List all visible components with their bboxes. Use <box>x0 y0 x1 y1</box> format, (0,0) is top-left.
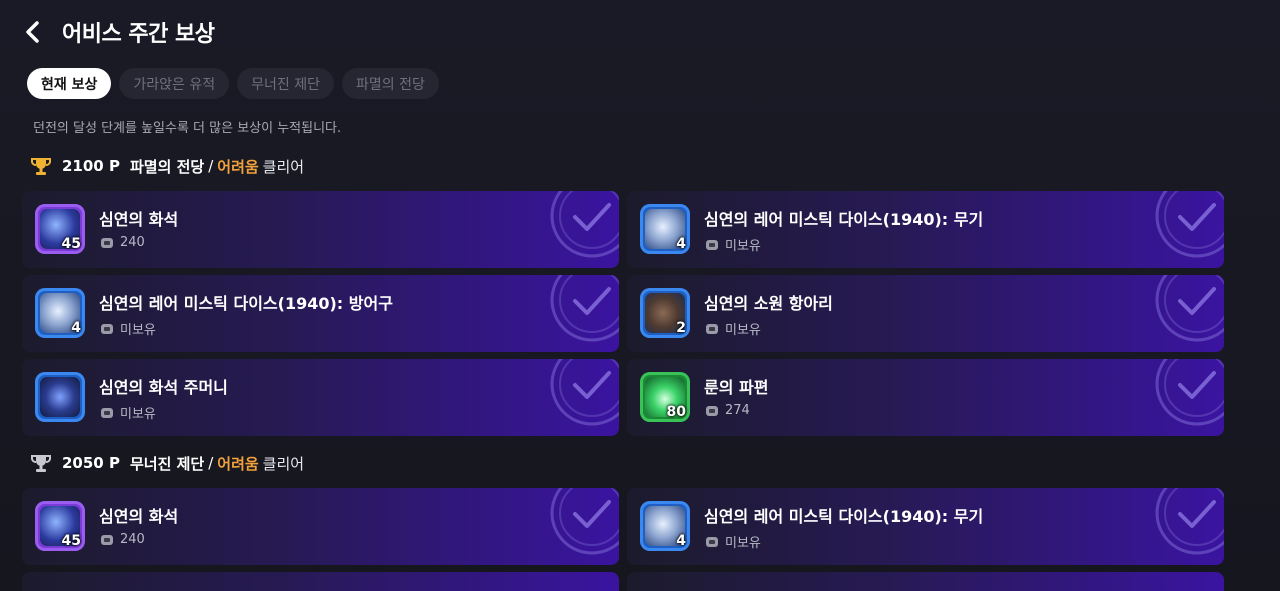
item-quantity: 80 <box>666 404 686 420</box>
owned-count: 미보유 <box>120 323 156 338</box>
tab-collapsed-altar[interactable]: 무너진 제단 <box>237 68 334 99</box>
check-circle-icon <box>550 191 619 258</box>
back-button[interactable] <box>18 17 48 47</box>
check-circle-icon <box>1155 275 1224 342</box>
item-name: 심연의 레어 미스틱 다이스(1940): 무기 <box>704 210 984 229</box>
owned-count: 미보유 <box>725 323 761 338</box>
item-quantity: 2 <box>676 320 686 336</box>
item-quantity: 4 <box>676 236 686 252</box>
owned-count-icon <box>706 323 718 334</box>
owned-count: 274 <box>725 403 750 418</box>
description-text: 던전의 달성 단계를 높일수록 더 많은 보상이 누적됩니다. <box>33 121 342 136</box>
item-quantity: 4 <box>71 320 81 336</box>
check-circle-icon <box>1155 191 1224 258</box>
reward-card[interactable]: 4 심연의 레어 미스틱 다이스(1940): 무기 미보유 <box>627 488 1224 565</box>
item-thumbnail: 4 <box>640 204 690 254</box>
owned-info: 240 <box>100 235 145 250</box>
owned-info: 미보유 <box>705 532 761 551</box>
owned-info: 미보유 <box>705 319 761 338</box>
difficulty-label: 어려움 <box>217 454 259 473</box>
item-name: 심연의 레어 미스틱 다이스(1940): 방어구 <box>99 294 393 313</box>
item-name: 심연의 레어 미스틱 다이스(1940): 무기 <box>704 507 984 526</box>
reward-card[interactable] <box>627 572 1224 591</box>
item-quantity: 4 <box>676 533 686 549</box>
page-header: 어비스 주간 보상 <box>18 14 215 50</box>
item-quantity: 45 <box>61 533 81 549</box>
owned-count-icon <box>101 323 113 334</box>
trophy-silver-icon <box>31 455 51 472</box>
dungeon-name: 파멸의 전당 <box>129 157 205 176</box>
owned-count: 미보유 <box>725 536 761 551</box>
item-thumbnail: 45 <box>35 501 85 551</box>
item-thumbnail: 45 <box>35 204 85 254</box>
section-header: 2050 P 무너진 제단 / 어려움 클리어 <box>30 452 304 474</box>
page-title: 어비스 주간 보상 <box>62 22 215 47</box>
tab-bar: 현재 보상 가라앉은 유적 무너진 제단 파멸의 전당 <box>27 68 439 99</box>
owned-count-icon <box>101 534 113 545</box>
reward-card[interactable] <box>22 572 619 591</box>
reward-card[interactable]: 심연의 화석 주머니 미보유 <box>22 359 619 436</box>
clear-label: 클리어 <box>262 157 305 176</box>
reward-card[interactable]: 45 심연의 화석 240 <box>22 191 619 268</box>
section-header: 2100 P 파멸의 전당 / 어려움 클리어 <box>30 155 304 177</box>
reward-card[interactable]: 45 심연의 화석 240 <box>22 488 619 565</box>
item-name: 룬의 파편 <box>704 378 769 397</box>
tab-hall-of-ruin[interactable]: 파멸의 전당 <box>342 68 439 99</box>
reward-card[interactable]: 4 심연의 레어 미스틱 다이스(1940): 무기 미보유 <box>627 191 1224 268</box>
owned-count-icon <box>706 405 718 416</box>
separator: / <box>208 157 214 175</box>
item-name: 심연의 화석 주머니 <box>99 378 228 397</box>
points-label: 2050 P <box>62 454 120 472</box>
owned-info: 미보유 <box>100 319 156 338</box>
owned-count: 240 <box>120 235 145 250</box>
owned-info: 미보유 <box>100 403 156 422</box>
owned-info: 미보유 <box>705 235 761 254</box>
item-thumbnail: 2 <box>640 288 690 338</box>
item-name: 심연의 화석 <box>99 507 179 526</box>
dungeon-name: 무너진 제단 <box>129 454 205 473</box>
owned-info: 274 <box>705 403 750 418</box>
reward-card[interactable]: 4 심연의 레어 미스틱 다이스(1940): 방어구 미보유 <box>22 275 619 352</box>
check-circle-icon <box>550 275 619 342</box>
reward-card[interactable]: 80 룬의 파편 274 <box>627 359 1224 436</box>
owned-count-icon <box>101 407 113 418</box>
owned-count: 240 <box>120 532 145 547</box>
chevron-left-icon <box>26 21 39 43</box>
tab-sunken-ruins[interactable]: 가라앉은 유적 <box>119 68 230 99</box>
tab-current-rewards[interactable]: 현재 보상 <box>27 68 112 99</box>
owned-count-icon <box>101 237 113 248</box>
trophy-gold-icon <box>31 158 51 175</box>
owned-count-icon <box>706 536 718 547</box>
owned-info: 240 <box>100 532 145 547</box>
check-circle-icon <box>550 488 619 555</box>
check-circle-icon <box>1155 488 1224 555</box>
item-thumbnail: 80 <box>640 372 690 422</box>
item-thumbnail: 4 <box>640 501 690 551</box>
item-name: 심연의 소원 항아리 <box>704 294 833 313</box>
item-name: 심연의 화석 <box>99 210 179 229</box>
owned-count-icon <box>706 239 718 250</box>
clear-label: 클리어 <box>262 454 305 473</box>
check-circle-icon <box>1155 359 1224 426</box>
reward-card[interactable]: 2 심연의 소원 항아리 미보유 <box>627 275 1224 352</box>
separator: / <box>208 454 214 472</box>
item-thumbnail <box>35 372 85 422</box>
item-quantity: 45 <box>61 236 81 252</box>
owned-count: 미보유 <box>120 407 156 422</box>
owned-count: 미보유 <box>725 239 761 254</box>
points-label: 2100 P <box>62 157 120 175</box>
difficulty-label: 어려움 <box>217 157 259 176</box>
item-thumbnail: 4 <box>35 288 85 338</box>
check-circle-icon <box>550 359 619 426</box>
